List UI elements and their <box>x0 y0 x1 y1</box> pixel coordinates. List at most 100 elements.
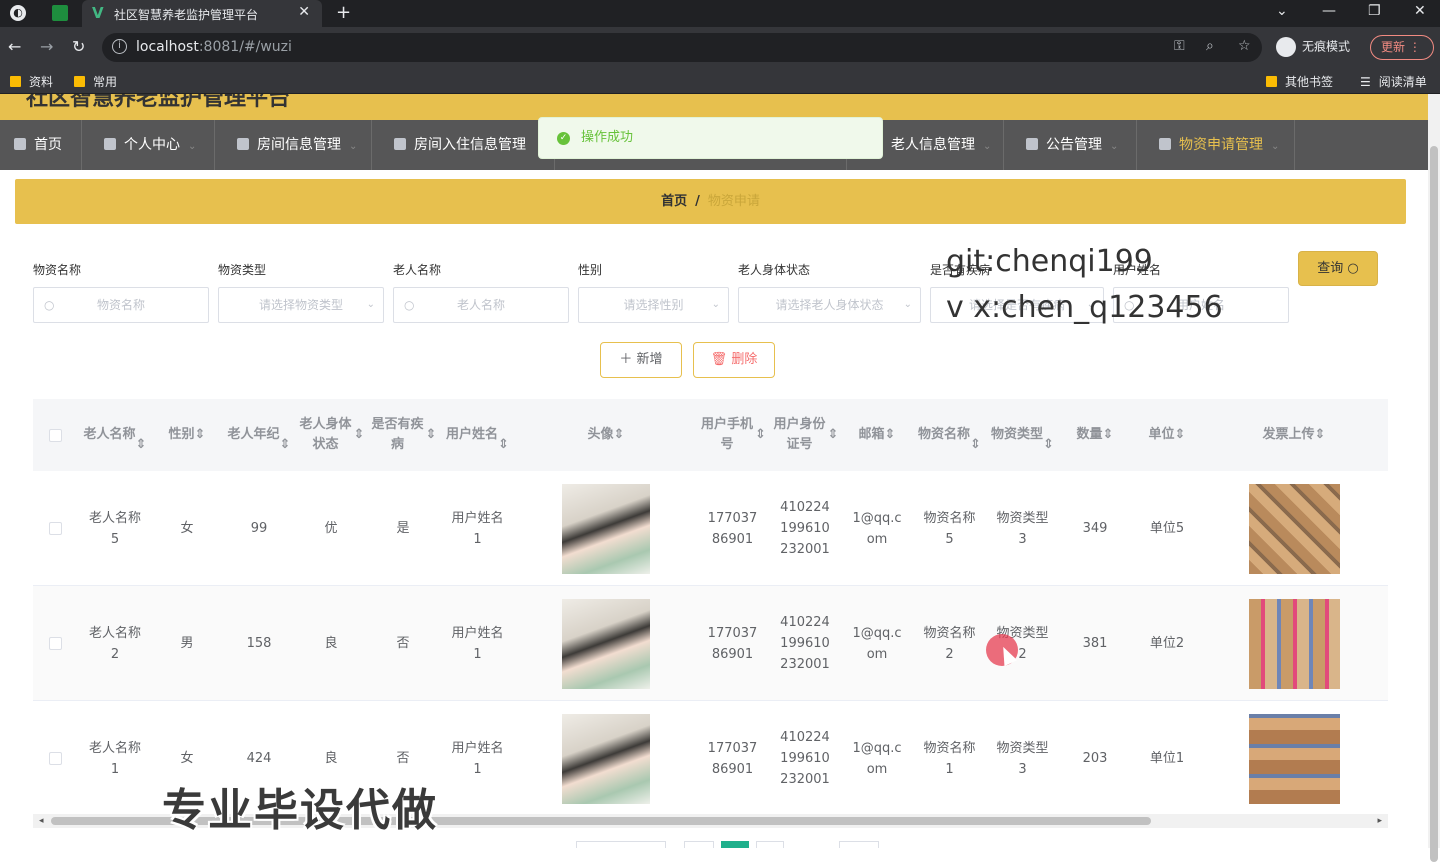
update-label: 更新 <box>1381 40 1406 54</box>
cell-text: 老人名称5 <box>88 510 141 547</box>
table-row[interactable]: 老人名称5 女 99 优 是 用户姓名1 17703786901 4102241… <box>33 471 1388 586</box>
site-info-icon[interactable]: i <box>112 39 127 54</box>
row-checkbox-cell[interactable] <box>43 586 68 701</box>
close-window-icon[interactable]: ✕ <box>1414 3 1426 19</box>
gender-select[interactable]: 请选择性别 ⌄ <box>578 287 729 323</box>
key-icon[interactable]: ⚿ <box>1174 38 1185 54</box>
row-checkbox-cell[interactable] <box>43 701 68 816</box>
avatar[interactable] <box>562 598 650 689</box>
col-idcard[interactable]: 用户身份证号 ⇕ <box>769 399 841 471</box>
menu-item-supplies[interactable]: 物资申请管理 ⌄ <box>1137 120 1295 170</box>
invoice-image[interactable] <box>1248 598 1340 689</box>
item-name-input[interactable]: ○ 物资名称 <box>33 287 209 323</box>
scrollbar-thumb[interactable] <box>1430 146 1438 862</box>
col-gender[interactable]: 性别 ⇕ <box>151 399 223 471</box>
row-checkbox[interactable] <box>49 522 62 535</box>
incognito-icon <box>1276 37 1296 57</box>
tab-title: 社区智慧养老监护管理平台 <box>114 8 259 22</box>
col-phone[interactable]: 用户手机号 ⇕ <box>696 399 769 471</box>
header-label: 老人名称 <box>83 427 136 442</box>
next-page-button[interactable] <box>756 841 784 848</box>
user-icon <box>104 138 116 150</box>
col-avatar[interactable]: 头像 ⇕ <box>516 399 696 471</box>
header-label: 用户姓名 <box>446 427 499 442</box>
menu-item-checkin[interactable]: 房间入住信息管理 <box>372 120 555 170</box>
forward-icon[interactable]: → <box>40 37 53 56</box>
row-checkbox[interactable] <box>49 752 62 765</box>
zoom-icon[interactable]: ⌕ <box>1206 38 1214 54</box>
address-bar: ← → ↻ i localhost:8081/#/wuzi ⚿ ⌕ ☆ 无痕模式… <box>0 27 1440 68</box>
mail-icon <box>1026 138 1038 150</box>
url-field[interactable]: i localhost:8081/#/wuzi ⚿ ⌕ ☆ <box>102 33 1262 62</box>
avatar[interactable] <box>562 713 650 804</box>
col-unit[interactable]: 单位 ⇕ <box>1131 399 1203 471</box>
col-item-name[interactable]: 物资名称 ⇕ <box>913 399 986 471</box>
browser-menu-icon[interactable]: ◐ <box>10 5 26 21</box>
page-number-active[interactable] <box>721 841 749 848</box>
scroll-right-icon[interactable]: ▸ <box>1377 814 1382 828</box>
url-host: localhost <box>136 39 199 55</box>
col-elder-name[interactable]: 老人名称 ⇕ <box>79 399 151 471</box>
prev-page-button[interactable] <box>684 841 714 848</box>
page-size-select[interactable] <box>576 841 666 848</box>
delete-button[interactable]: 🗑 删除 <box>693 342 775 378</box>
elder-name-input[interactable]: ○ 老人名称 <box>393 287 569 323</box>
tab-search-icon[interactable]: ⌄ <box>1276 3 1288 19</box>
row-checkbox[interactable] <box>49 637 62 650</box>
col-user-name[interactable]: 用户姓名 ⇕ <box>439 399 516 471</box>
invoice-image[interactable] <box>1248 483 1340 574</box>
row-checkbox-cell[interactable] <box>43 471 68 586</box>
bookmark-folder-2[interactable]: 常用 <box>74 73 117 90</box>
scroll-left-icon[interactable]: ◂ <box>39 814 44 828</box>
table-row[interactable]: 老人名称2 男 158 良 否 用户姓名1 17703786901 410224… <box>33 586 1388 701</box>
bookmark-folder-1[interactable]: 资料 <box>10 73 53 90</box>
query-button[interactable]: 查询 ○ <box>1298 251 1378 286</box>
avatar[interactable] <box>562 483 650 574</box>
incognito-indicator[interactable]: 无痕模式 <box>1276 37 1350 57</box>
sheets-tab-icon[interactable] <box>52 5 68 21</box>
new-tab-icon[interactable]: + <box>336 2 351 23</box>
checkin-icon <box>394 138 406 150</box>
cell-text: 老人名称1 <box>88 740 141 777</box>
cell-text: 424 <box>246 751 272 766</box>
menu-item-room[interactable]: 房间信息管理 ⌄ <box>215 120 372 170</box>
add-label: ＋ 新增 <box>619 352 663 367</box>
breadcrumb-current: 物资申请 <box>707 194 760 209</box>
col-item-type[interactable]: 物资类型 ⇕ <box>986 399 1059 471</box>
menu-item-home[interactable]: 首页 <box>0 120 82 170</box>
item-type-select[interactable]: 请选择物资类型 ⌄ <box>218 287 384 323</box>
page-vertical-scrollbar[interactable] <box>1428 94 1440 862</box>
select-all-checkbox[interactable] <box>49 428 62 442</box>
jump-page-input[interactable] <box>839 841 879 848</box>
col-invoice[interactable]: 发票上传 ⇕ <box>1203 399 1385 471</box>
col-age[interactable]: 老人年纪 ⇕ <box>223 399 295 471</box>
bookmark-star-icon[interactable]: ☆ <box>1238 38 1251 54</box>
folder-icon <box>10 76 21 87</box>
breadcrumb-home[interactable]: 首页 <box>661 194 687 209</box>
reload-icon[interactable]: ↻ <box>72 37 85 56</box>
col-health-status[interactable]: 老人身体状态 ⇕ <box>295 399 367 471</box>
add-button[interactable]: ＋ 新增 <box>600 342 682 378</box>
cell-user-name: 用户姓名1 <box>439 471 516 586</box>
breadcrumb: 首页 / 物资申请 <box>15 179 1406 224</box>
restore-icon[interactable]: ❐ <box>1368 3 1381 19</box>
cell-unit: 单位2 <box>1131 586 1203 701</box>
reading-list[interactable]: ☰ 阅读清单 <box>1360 73 1427 90</box>
tab-close-icon[interactable]: ✕ <box>298 4 310 20</box>
url-text[interactable]: localhost:8081/#/wuzi <box>136 39 292 55</box>
col-email[interactable]: 邮箱 ⇕ <box>841 399 913 471</box>
col-quantity[interactable]: 数量 ⇕ <box>1059 399 1131 471</box>
browser-tab-active[interactable]: V 社区智慧养老监护管理平台 ✕ <box>82 0 322 27</box>
invoice-image[interactable] <box>1248 713 1340 804</box>
back-icon[interactable]: ← <box>8 37 21 56</box>
other-bookmarks[interactable]: 其他书签 <box>1266 73 1333 90</box>
menu-item-notice[interactable]: 公告管理 ⌄ <box>1004 120 1137 170</box>
health-status-select[interactable]: 请选择老人身体状态 ⌄ <box>738 287 921 323</box>
cell-health-status: 优 <box>295 471 367 586</box>
update-button[interactable]: 更新 ⋮ <box>1370 35 1434 60</box>
chevron-down-icon: ⌄ <box>903 299 912 310</box>
select-all-cell[interactable] <box>43 399 68 471</box>
menu-item-personal[interactable]: 个人中心 ⌄ <box>82 120 215 170</box>
col-disease[interactable]: 是否有疾病 ⇕ <box>367 399 439 471</box>
minimize-icon[interactable]: — <box>1322 3 1336 19</box>
